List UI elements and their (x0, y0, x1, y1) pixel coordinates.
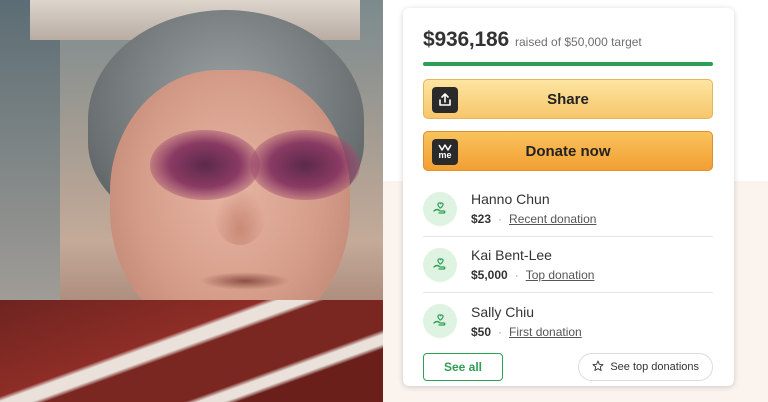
donation-card: $936,186 raised of $50,000 target Share … (403, 8, 734, 386)
photo-mouth (200, 272, 290, 290)
donate-button-label: Donate now (525, 142, 611, 160)
card-footer: See all See top donations (423, 353, 713, 381)
donation-type-link[interactable]: Recent donation (509, 212, 596, 226)
donation-item: Hanno Chun $23 · Recent donation (423, 181, 713, 237)
raised-summary: $936,186 raised of $50,000 target (423, 28, 714, 52)
separator-dot: · (498, 212, 503, 226)
donor-name: Kai Bent-Lee (471, 247, 552, 263)
donation-item: Kai Bent-Lee $5,000 · Top donation (423, 237, 713, 293)
donate-icon-text: me (438, 150, 452, 160)
see-all-button[interactable]: See all (423, 353, 503, 381)
donor-name: Hanno Chun (471, 191, 550, 207)
separator-dot: · (498, 324, 503, 339)
donation-type-link[interactable]: First donation (509, 325, 582, 339)
donor-hand-icon (423, 304, 457, 338)
donation-type-link[interactable]: Top donation (526, 268, 595, 282)
donation-amount: $50 (471, 324, 492, 339)
share-button[interactable]: Share (423, 79, 713, 119)
donor-name: Sally Chiu (471, 303, 535, 320)
gofundme-logo-icon: me (432, 139, 458, 165)
share-button-label: Share (547, 90, 589, 108)
amount-raised: $936,186 (423, 28, 509, 51)
see-top-donations-button[interactable]: See top donations (578, 353, 713, 381)
photo-nose (215, 190, 265, 245)
share-icon (432, 87, 458, 113)
progress-fill (423, 62, 713, 66)
separator-dot: · (514, 268, 519, 282)
donation-amount: $23 (471, 212, 492, 226)
photo-bruise-right (250, 130, 360, 200)
target-text: raised of $50,000 target (515, 35, 642, 49)
progress-bar (423, 62, 713, 66)
donor-hand-icon (423, 247, 457, 282)
see-top-donations-label: See top donations (610, 361, 699, 373)
donation-list: Hanno Chun $23 · Recent donation Kai Ben… (423, 181, 714, 349)
photo-shirt (0, 300, 383, 402)
donate-now-button[interactable]: me Donate now (423, 131, 713, 171)
donation-item: Sally Chiu $50 · First donation (423, 293, 713, 349)
donation-amount: $5,000 (471, 268, 508, 282)
donor-hand-icon (423, 191, 457, 226)
star-icon (592, 360, 604, 375)
fundraiser-photo (0, 0, 383, 402)
